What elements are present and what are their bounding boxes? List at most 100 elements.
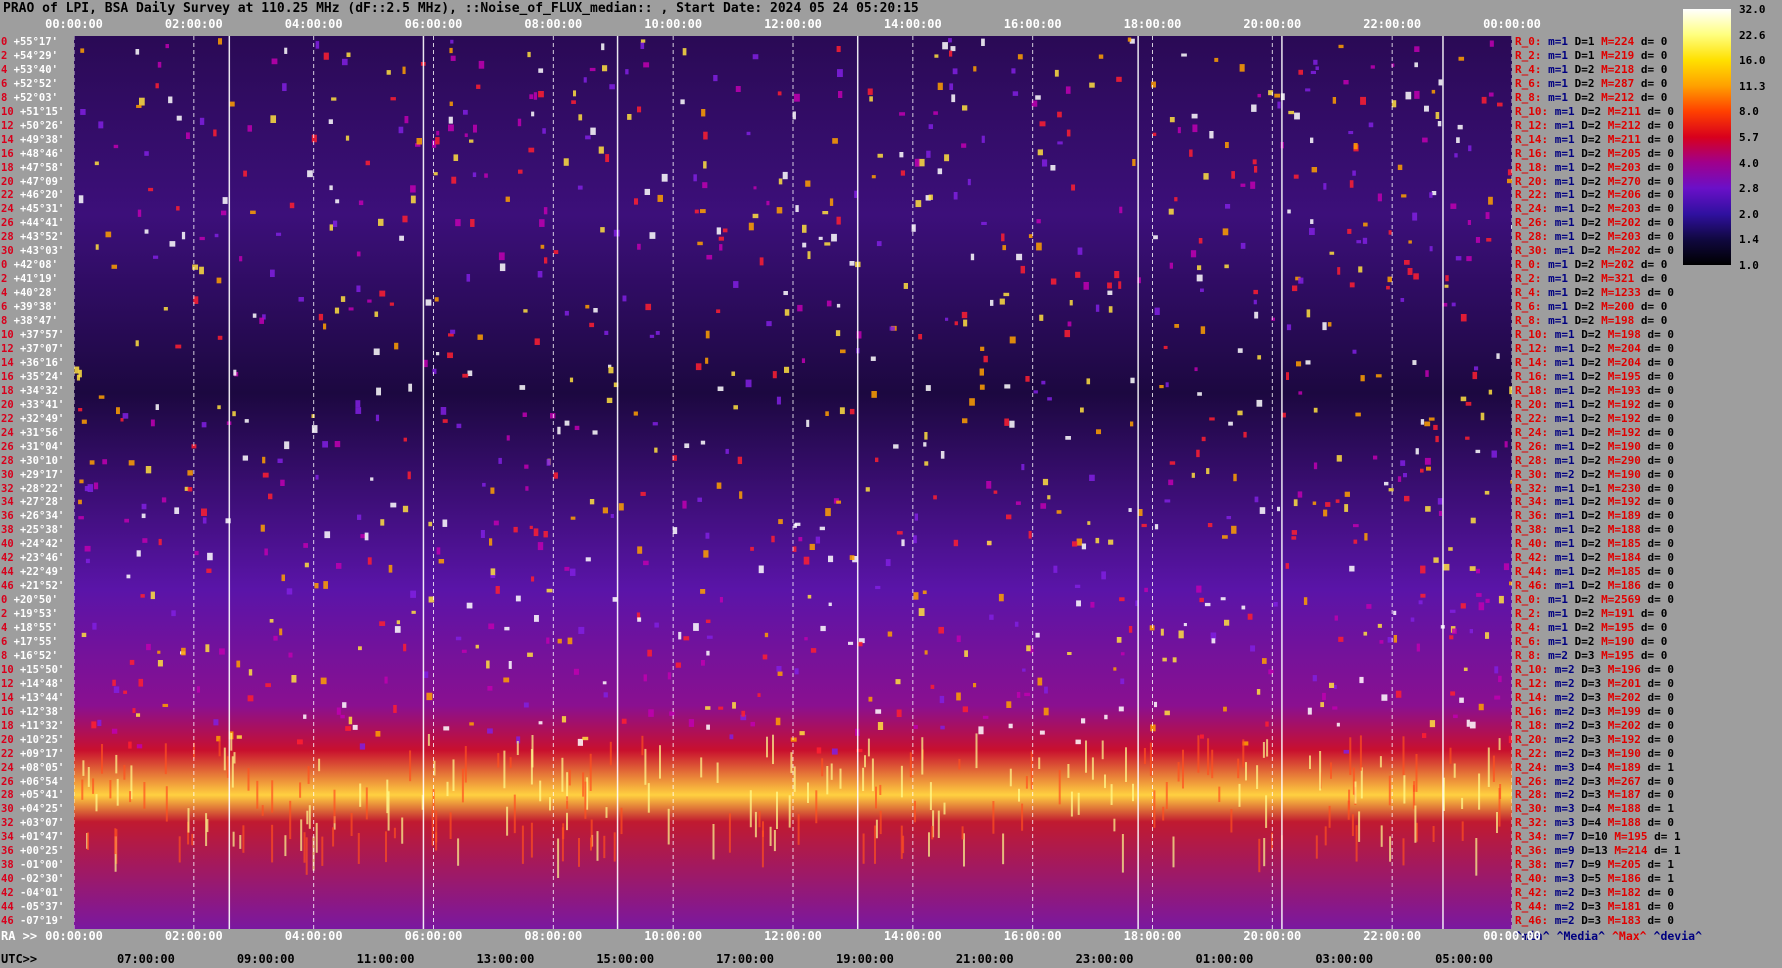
heatmap-speck — [1228, 421, 1233, 426]
utc-tick: 05:00:00 — [1435, 952, 1493, 966]
band-streak — [385, 831, 387, 863]
band-streak — [1143, 748, 1146, 765]
heatmap-speck — [836, 303, 841, 308]
heatmap-speck — [798, 537, 803, 542]
band-streak — [1091, 757, 1094, 780]
heatmap-speck — [1310, 137, 1314, 144]
declination-label: 4 +18°55' — [1, 622, 58, 635]
band-streak — [87, 767, 90, 787]
heatmap-speck — [221, 210, 227, 216]
heatmap-speck — [1022, 668, 1026, 672]
heatmap-speck — [153, 255, 159, 259]
heatmap-speck — [1054, 69, 1059, 77]
heatmap-speck — [453, 154, 459, 162]
heatmap-speck — [529, 525, 533, 530]
declination-label: 44 +22°49' — [1, 566, 65, 579]
band-streak — [1360, 767, 1363, 799]
heatmap-speck — [983, 355, 988, 363]
declination-label: 6 +39°38' — [1, 301, 58, 314]
row-stat: R_6: m=1 D=2 M=190 d= 0 — [1515, 634, 1668, 648]
heatmap-speck — [1257, 93, 1262, 98]
heatmap-speck — [700, 440, 706, 445]
heatmap-speck — [284, 441, 290, 450]
heatmap-speck — [273, 635, 278, 641]
heatmap-speck — [928, 194, 933, 200]
band-streak — [928, 832, 930, 857]
heatmap-speck — [1408, 240, 1412, 244]
heatmap-speck — [1307, 707, 1312, 715]
heatmap-speck — [705, 532, 710, 539]
heatmap-speck — [557, 426, 561, 435]
declination-label: 32 +28°22' — [1, 482, 65, 495]
heatmap-speck — [1359, 676, 1364, 684]
heatmap-speck — [622, 295, 627, 302]
band-streak — [1125, 747, 1127, 782]
heatmap-speck — [775, 717, 781, 726]
declination-label: 6 +52°52' — [1, 77, 58, 90]
heatmap-speck — [1481, 96, 1487, 104]
heatmap-speck — [297, 739, 303, 745]
heatmap-speck — [1035, 632, 1040, 638]
heatmap-speck — [716, 309, 721, 314]
heatmap-speck — [98, 121, 104, 129]
heatmap-speck — [978, 726, 984, 735]
heatmap-plot — [74, 36, 1512, 929]
heatmap-speck — [503, 677, 510, 683]
heatmap-speck — [138, 678, 144, 687]
heatmap-speck — [169, 241, 176, 247]
heatmap-speck — [1334, 615, 1338, 621]
heatmap-speck — [1095, 304, 1100, 312]
heatmap-speck — [643, 62, 650, 68]
band-streak — [549, 797, 551, 811]
band-streak — [641, 735, 644, 756]
heatmap-speck — [1412, 212, 1418, 221]
heatmap-speck — [604, 330, 609, 335]
heatmap-speck — [1128, 626, 1133, 633]
heatmap-speck — [1128, 508, 1132, 512]
heatmap-speck — [589, 67, 596, 72]
heatmap-speck — [1119, 597, 1125, 602]
band-streak — [95, 794, 98, 812]
declination-label: 46 +21°52' — [1, 580, 65, 593]
band-streak — [101, 744, 103, 774]
heatmap-speck — [161, 497, 167, 503]
band-streak — [308, 805, 311, 829]
heatmap-speck — [142, 538, 148, 543]
heatmap-speck — [585, 557, 591, 562]
heatmap-speck — [1008, 723, 1013, 729]
heatmap-speck — [1233, 473, 1237, 482]
band-streak — [449, 812, 452, 839]
heatmap-speck — [667, 672, 671, 680]
band-streak — [457, 838, 460, 866]
heatmap-speck — [546, 588, 553, 593]
heatmap-speck — [1291, 530, 1297, 535]
heatmap-speck — [1353, 524, 1359, 528]
heatmap-speck — [1448, 547, 1453, 551]
row-stat: R_22: m=1 D=2 M=192 d= 0 — [1515, 411, 1674, 425]
band-streak — [446, 781, 449, 797]
row-stat: R_38: m=7 D=9 M=205 d= 1 — [1515, 858, 1674, 872]
heatmap-speck — [137, 209, 142, 217]
heatmap-speck — [538, 91, 544, 98]
heatmap-speck — [1397, 164, 1403, 171]
heatmap-speck — [1364, 533, 1368, 541]
heatmap-speck — [360, 534, 366, 539]
band-streak — [223, 747, 226, 771]
heatmap-speck — [1494, 666, 1499, 674]
heatmap-speck — [1174, 324, 1180, 328]
heatmap-speck — [914, 513, 919, 521]
declination-label: 8 +16°52' — [1, 649, 58, 662]
band-streak — [712, 824, 715, 860]
heatmap-speck — [150, 591, 155, 600]
heatmap-speck — [961, 143, 967, 148]
band-streak — [1403, 775, 1406, 804]
heatmap-speck — [359, 743, 366, 750]
heatmap-speck — [522, 412, 527, 417]
band-streak — [92, 778, 95, 794]
band-streak — [261, 805, 264, 816]
heatmap-speck — [1366, 604, 1372, 609]
heatmap-speck — [1349, 180, 1354, 188]
band-streak — [1218, 786, 1221, 803]
heatmap-speck — [564, 566, 570, 571]
heatmap-speck — [1200, 326, 1206, 334]
